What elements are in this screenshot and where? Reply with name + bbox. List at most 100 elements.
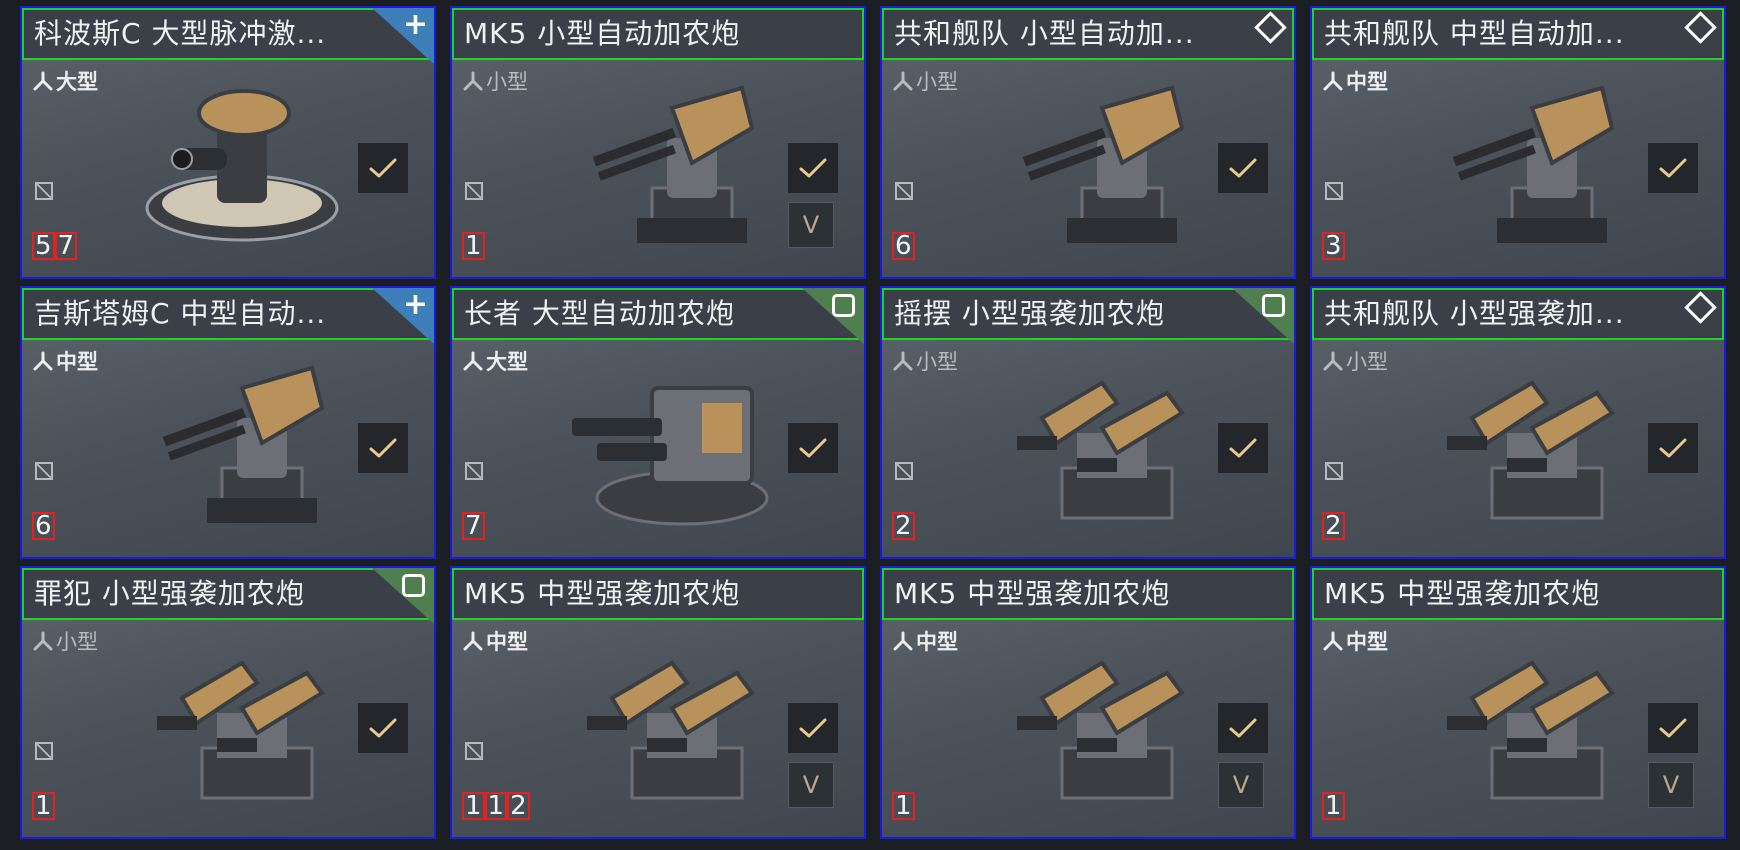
module-card[interactable]: 罪犯 小型强袭加农炮 小型 1 — [20, 566, 436, 839]
size-text: 大型 — [56, 70, 98, 94]
card-title-text: 共和舰队 小型强袭加... — [1324, 297, 1625, 330]
module-card[interactable]: MK5 小型自动加农炮 小型 V 1 — [450, 6, 866, 279]
size-label: 小型 — [1322, 346, 1388, 376]
card-title: 共和舰队 小型强袭加... — [1312, 288, 1724, 340]
medium-autocannon-icon — [122, 348, 352, 538]
size-text: 中型 — [916, 630, 958, 654]
count-digit: 5 — [32, 232, 55, 260]
v-button[interactable]: V — [1218, 762, 1264, 808]
check-button[interactable] — [358, 423, 408, 473]
size-label: 中型 — [32, 346, 98, 376]
module-card[interactable]: MK5 中型强袭加农炮 中型 V 1 — [1310, 566, 1726, 839]
count-digit: 2 — [507, 792, 530, 820]
size-text: 中型 — [1346, 70, 1388, 94]
plus-icon: + — [402, 287, 428, 322]
card-title: MK5 中型强袭加农炮 — [882, 568, 1294, 620]
module-card[interactable]: 共和舰队 中型自动加... 中型 3 — [1310, 6, 1726, 279]
lock-icon[interactable] — [35, 462, 53, 480]
lock-icon[interactable] — [35, 742, 53, 760]
check-button[interactable] — [1218, 423, 1268, 473]
count-digit: 1 — [462, 232, 485, 260]
module-card[interactable]: 吉斯塔姆C 中型自动... + 中型 6 — [20, 286, 436, 559]
count-digit: 6 — [892, 232, 915, 260]
check-button[interactable] — [788, 703, 838, 753]
quantity-count: 1 — [1322, 792, 1345, 820]
card-title-text: MK5 中型强袭加农炮 — [464, 577, 741, 610]
v-button[interactable]: V — [1648, 762, 1694, 808]
module-card[interactable]: MK5 中型强袭加农炮 中型 V 1 — [880, 566, 1296, 839]
check-icon — [1659, 718, 1687, 738]
module-card[interactable]: 共和舰队 小型强袭加... 小型 2 — [1310, 286, 1726, 559]
card-title: 长者 大型自动加农炮 — [452, 288, 864, 340]
quantity-count: 6 — [32, 512, 55, 540]
lock-icon[interactable] — [1325, 182, 1343, 200]
module-grid: 科波斯C 大型脉冲激... + 大型 57 MK5 小型自动加农炮 小型 V1 共… — [20, 6, 1726, 839]
check-icon — [1659, 438, 1687, 458]
size-class-icon — [1323, 71, 1343, 91]
size-text: 小型 — [56, 630, 98, 654]
card-title-text: 长者 大型自动加农炮 — [464, 297, 735, 330]
check-button[interactable] — [1648, 703, 1698, 753]
check-button[interactable] — [1648, 423, 1698, 473]
size-label: 中型 — [1322, 626, 1388, 656]
check-icon — [799, 718, 827, 738]
check-button[interactable] — [788, 143, 838, 193]
count-digit: 2 — [1322, 512, 1345, 540]
autocannon-icon — [982, 68, 1212, 258]
card-title: 罪犯 小型强袭加农炮 — [22, 568, 434, 620]
lock-icon[interactable] — [895, 182, 913, 200]
quantity-count: 57 — [32, 232, 78, 260]
quantity-count: 2 — [1322, 512, 1345, 540]
module-card[interactable]: 科波斯C 大型脉冲激... + 大型 57 — [20, 6, 436, 279]
v-button[interactable]: V — [788, 762, 834, 808]
card-title-text: 科波斯C 大型脉冲激... — [34, 17, 327, 50]
card-title: 吉斯塔姆C 中型自动... — [22, 288, 434, 340]
lock-icon[interactable] — [465, 462, 483, 480]
square-icon — [1262, 294, 1285, 317]
lock-icon[interactable] — [35, 182, 53, 200]
size-label: 大型 — [32, 66, 98, 96]
module-card[interactable]: MK5 中型强袭加农炮 中型 V 112 — [450, 566, 866, 839]
check-button[interactable] — [358, 703, 408, 753]
card-title: MK5 小型自动加农炮 — [452, 8, 864, 60]
size-class-icon — [463, 351, 483, 371]
size-class-icon — [33, 71, 53, 91]
module-card[interactable]: 共和舰队 小型自动加... 小型 6 — [880, 6, 1296, 279]
module-card[interactable]: 摇摆 小型强袭加农炮 小型 2 — [880, 286, 1296, 559]
check-button[interactable] — [788, 423, 838, 473]
size-text: 小型 — [1346, 350, 1388, 374]
lock-icon[interactable] — [1325, 462, 1343, 480]
size-text: 中型 — [56, 350, 98, 374]
size-label: 大型 — [462, 346, 528, 376]
card-title-text: 共和舰队 中型自动加... — [1324, 17, 1625, 50]
v-button[interactable]: V — [788, 202, 834, 248]
size-text: 小型 — [916, 350, 958, 374]
square-icon — [832, 294, 855, 317]
check-button[interactable] — [1218, 143, 1268, 193]
check-button[interactable] — [358, 143, 408, 193]
lock-icon[interactable] — [465, 742, 483, 760]
check-icon — [1229, 718, 1257, 738]
size-class-icon — [33, 631, 53, 651]
quantity-count: 3 — [1322, 232, 1345, 260]
card-title-text: 摇摆 小型强袭加农炮 — [894, 297, 1165, 330]
quantity-count: 2 — [892, 512, 915, 540]
lock-icon[interactable] — [465, 182, 483, 200]
square-icon — [402, 574, 425, 597]
lock-icon[interactable] — [895, 462, 913, 480]
card-title: 共和舰队 小型自动加... — [882, 8, 1294, 60]
check-button[interactable] — [1648, 143, 1698, 193]
size-class-icon — [33, 351, 53, 371]
large-autocannon-icon — [552, 348, 782, 538]
assault-cannon-icon — [1412, 348, 1642, 538]
quantity-count: 7 — [462, 512, 485, 540]
size-label: 小型 — [892, 346, 958, 376]
module-card[interactable]: 长者 大型自动加农炮 大型 7 — [450, 286, 866, 559]
quantity-count: 1 — [32, 792, 55, 820]
card-title: 科波斯C 大型脉冲激... — [22, 8, 434, 60]
count-digit: 6 — [32, 512, 55, 540]
card-title: 共和舰队 中型自动加... — [1312, 8, 1724, 60]
check-icon — [799, 438, 827, 458]
check-button[interactable] — [1218, 703, 1268, 753]
card-title: MK5 中型强袭加农炮 — [452, 568, 864, 620]
